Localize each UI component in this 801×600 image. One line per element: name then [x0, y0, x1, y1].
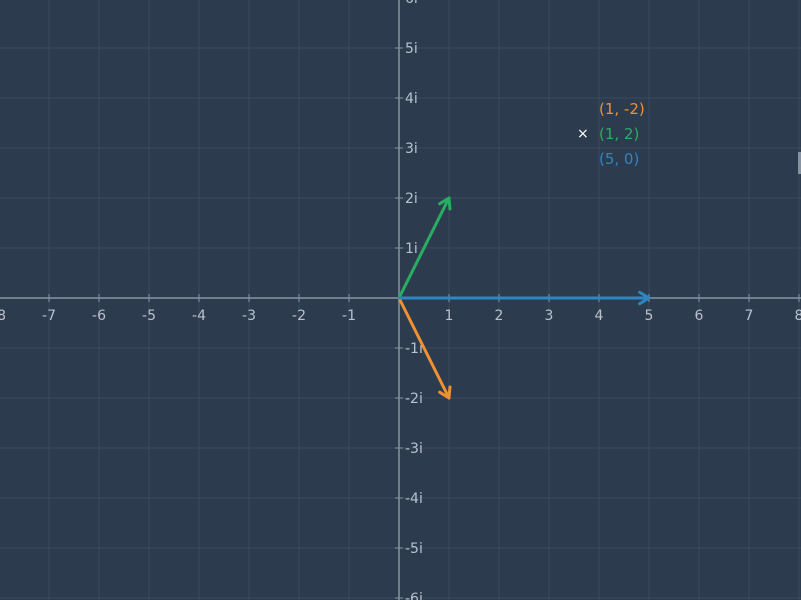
- vector-plot[interactable]: -8-7-6-5-4-3-2-1123456786i5i4i3i2i1i-1i-…: [0, 0, 801, 600]
- y-tick-label: 3i: [405, 141, 418, 157]
- x-tick-label: -8: [0, 308, 6, 324]
- y-tick-label: 2i: [405, 191, 418, 207]
- close-icon[interactable]: ×: [577, 122, 599, 147]
- y-tick-label: -2i: [405, 391, 423, 407]
- y-tick-label: 4i: [405, 91, 418, 107]
- y-tick-label: -6i: [405, 591, 423, 600]
- x-tick-label: 4: [595, 308, 604, 324]
- y-tick-label: -5i: [405, 541, 423, 557]
- y-tick-label: -4i: [405, 491, 423, 507]
- legend-item[interactable]: (1, -2): [577, 97, 645, 122]
- y-tick-label: 5i: [405, 41, 418, 57]
- x-tick-label: -7: [42, 308, 56, 324]
- x-tick-label: 6: [695, 308, 704, 324]
- x-tick-label: 8: [795, 308, 801, 324]
- x-tick-label: -5: [142, 308, 156, 324]
- legend-item[interactable]: × (1, 2): [577, 122, 645, 147]
- y-tick-label: 1i: [405, 241, 418, 257]
- legend: (1, -2) × (1, 2) (5, 0): [577, 97, 645, 172]
- legend-label-1: (1, -2): [599, 100, 645, 118]
- vectors: [397, 196, 651, 400]
- x-tick-label: 2: [495, 308, 504, 324]
- legend-label-3: (5, 0): [599, 150, 640, 168]
- x-tick-label: -6: [92, 308, 106, 324]
- vector-3: [397, 290, 651, 306]
- legend-label-2: (1, 2): [599, 125, 640, 143]
- y-tick-label: -3i: [405, 441, 423, 457]
- x-tick-label: 3: [545, 308, 554, 324]
- x-tick-label: 7: [745, 308, 754, 324]
- x-tick-label: -4: [192, 308, 206, 324]
- legend-item[interactable]: (5, 0): [577, 147, 645, 172]
- y-tick-label: 6i: [405, 0, 418, 7]
- x-tick-label: -1: [342, 308, 356, 324]
- x-tick-label: -3: [242, 308, 256, 324]
- x-tick-label: 5: [645, 308, 654, 324]
- x-tick-label: -2: [292, 308, 306, 324]
- x-tick-label: 1: [445, 308, 454, 324]
